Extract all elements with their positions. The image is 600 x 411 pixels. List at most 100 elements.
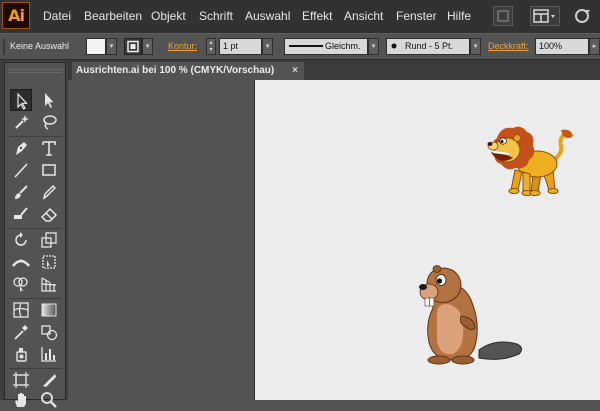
rotate-icon (15, 232, 27, 246)
pen-nib-icon (16, 142, 27, 155)
rectangle-icon (42, 164, 56, 176)
bridge-button[interactable] (493, 6, 513, 26)
direct-selection-arrow-icon (45, 93, 54, 108)
symbol-sprayer-tool-button[interactable] (10, 343, 32, 365)
stroke-swatch[interactable] (124, 38, 142, 55)
lion-illustration[interactable] (481, 124, 581, 206)
free-transform-tool-button[interactable] (38, 251, 60, 273)
magic-wand-icon (15, 115, 29, 129)
app-logo: Ai (2, 2, 30, 29)
menu-ansicht[interactable]: Ansicht (344, 9, 383, 23)
bridge-icon (497, 10, 509, 22)
blob-brush-tool-button[interactable] (10, 203, 32, 225)
pen-tool-button[interactable] (10, 137, 32, 159)
column-graph-icon (41, 347, 56, 362)
rectangle-tool-button[interactable] (38, 159, 60, 181)
stroke-weight-input[interactable]: 1 pt (219, 38, 262, 55)
artboard[interactable] (254, 80, 600, 400)
free-transform-icon (42, 255, 56, 269)
paintbrush-icon (15, 185, 28, 199)
gradient-icon (41, 303, 57, 317)
grip-handle-icon[interactable] (2, 39, 6, 55)
perspective-grid-tool-button[interactable] (38, 273, 60, 295)
control-bar: Keine Auswahl ▾ ▾ Kontur: ▴ ▾ 1 pt ▾ Glei… (0, 33, 600, 60)
lasso-tool-button[interactable] (38, 111, 60, 133)
mesh-icon (13, 302, 29, 318)
artboard-tool-button[interactable] (10, 369, 32, 391)
width-tool-button[interactable] (10, 251, 32, 273)
fill-dropdown[interactable]: ▾ (106, 38, 117, 55)
layout-icon (533, 9, 555, 23)
eraser-icon (40, 207, 58, 222)
type-tool-button[interactable] (38, 137, 60, 159)
blob-brush-icon (14, 207, 28, 219)
eraser-tool-button[interactable] (38, 203, 60, 225)
workspace-switcher[interactable] (530, 6, 560, 26)
brush-dropdown[interactable]: ▾ (470, 38, 481, 55)
pencil-icon (42, 184, 57, 200)
type-t-icon (42, 141, 56, 156)
direct-selection-tool-button[interactable] (38, 89, 60, 111)
menu-bar: Ai Datei Bearbeiten Objekt Schrift Auswa… (0, 0, 600, 33)
brush-definition-field[interactable]: Rund - 5 Pt. (386, 38, 470, 55)
round-brush-icon (391, 43, 397, 49)
document-tab[interactable]: Ausrichten.ai bei 100 % (CMYK/Vorschau) … (72, 62, 304, 80)
hand-tool-button[interactable] (10, 389, 32, 411)
mesh-tool-button[interactable] (10, 299, 32, 321)
hand-icon (15, 393, 26, 407)
scale-icon (41, 232, 57, 248)
menu-schrift[interactable]: Schrift (199, 9, 233, 23)
magnifier-icon (41, 392, 57, 408)
pencil-tool-button[interactable] (38, 181, 60, 203)
slice-knife-icon (43, 374, 56, 387)
shape-builder-icon (13, 277, 28, 292)
stroke-profile-field[interactable]: Gleichm. (284, 38, 368, 55)
artboard-icon (13, 372, 29, 388)
magic-wand-tool-button[interactable] (10, 111, 32, 133)
stroke-profile-dropdown[interactable]: ▾ (368, 38, 379, 55)
beaver-illustration[interactable] (411, 264, 527, 368)
scale-tool-button[interactable] (38, 229, 60, 251)
stroke-line-icon (289, 45, 323, 47)
line-segment-tool-button[interactable] (10, 159, 32, 181)
eyedropper-tool-button[interactable] (10, 321, 32, 343)
opacity-input[interactable]: 100% (535, 38, 589, 55)
symbol-sprayer-icon (16, 348, 27, 362)
column-graph-tool-button[interactable] (38, 343, 60, 365)
menu-objekt[interactable]: Objekt (151, 9, 186, 23)
stroke-label-link[interactable]: Kontur: (168, 41, 197, 51)
line-segment-icon (14, 163, 28, 178)
fill-swatch[interactable] (86, 38, 106, 55)
stroke-weight-stepper[interactable]: ▴ ▾ (206, 38, 216, 55)
stroke-weight-dropdown[interactable]: ▾ (262, 38, 273, 55)
perspective-grid-icon (41, 277, 57, 292)
slice-tool-button[interactable] (38, 369, 60, 391)
sync-settings-button[interactable] (572, 6, 596, 26)
menu-bearbeiten[interactable]: Bearbeiten (84, 9, 142, 23)
menu-auswahl[interactable]: Auswahl (245, 9, 290, 23)
panel-grip[interactable] (8, 69, 62, 73)
document-tab-title: Ausrichten.ai bei 100 % (CMYK/Vorschau) (76, 65, 275, 76)
close-tab-button[interactable]: × (292, 62, 298, 79)
menu-datei[interactable]: Datei (43, 9, 71, 23)
paintbrush-tool-button[interactable] (10, 181, 32, 203)
blend-tool-button[interactable] (38, 321, 60, 343)
lasso-icon (43, 115, 57, 130)
menu-effekt[interactable]: Effekt (302, 9, 332, 23)
rotate-tool-button[interactable] (10, 229, 32, 251)
selection-status: Keine Auswahl (10, 41, 70, 51)
selection-tool-button[interactable] (10, 89, 32, 111)
zoom-tool-button[interactable] (38, 389, 60, 411)
opacity-label-link[interactable]: Deckkraft: (488, 41, 529, 51)
gradient-tool-button[interactable] (38, 299, 60, 321)
menu-hilfe[interactable]: Hilfe (447, 9, 471, 23)
sync-icon (575, 9, 590, 23)
stroke-dropdown[interactable]: ▾ (142, 38, 153, 55)
stroke-swatch-icon (127, 40, 139, 53)
opacity-dropdown[interactable]: ▸ (589, 38, 600, 55)
eyedropper-icon (14, 325, 28, 340)
shape-builder-tool-button[interactable] (10, 273, 32, 295)
document-tab-bar: Ausrichten.ai bei 100 % (CMYK/Vorschau) … (68, 60, 600, 80)
stroke-profile-label: Gleichm. (325, 41, 361, 51)
menu-fenster[interactable]: Fenster (396, 9, 437, 23)
